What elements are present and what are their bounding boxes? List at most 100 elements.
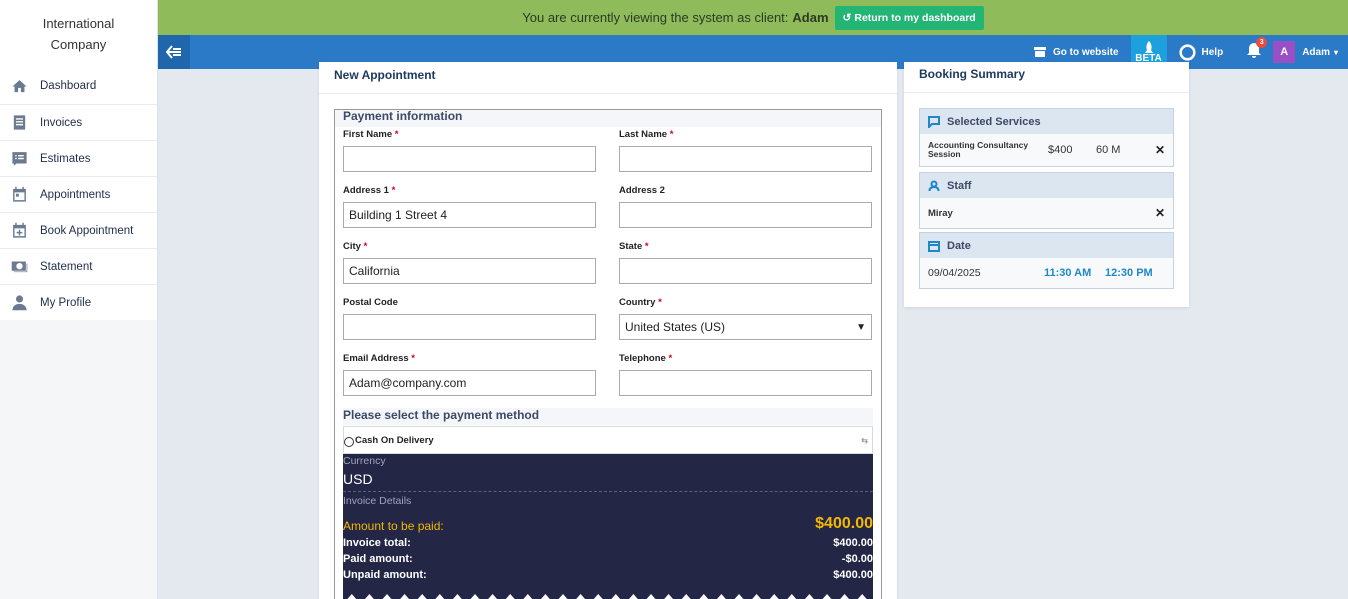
paid-amount-value: -$0.00 xyxy=(841,553,873,565)
sidebar-toggle-button[interactable] xyxy=(158,35,190,69)
date-row: 09/04/2025 11:30 AM 12:30 PM xyxy=(920,258,1173,288)
sidebar-item-my-profile[interactable]: My Profile xyxy=(0,284,157,320)
user-name: Adam xyxy=(1302,46,1330,58)
unpaid-amount-row: Unpaid amount: $400.00 xyxy=(343,569,873,581)
telephone-group: Telephone * xyxy=(619,353,872,396)
date-heading: Date xyxy=(920,233,1173,258)
arrow-left-menu-icon xyxy=(166,45,181,59)
currency-label: Currency xyxy=(343,455,386,467)
help-label: Help xyxy=(1201,46,1224,58)
address1-group: Address 1 * Building 1 Street 4 xyxy=(343,185,596,228)
sidebar-item-label: Dashboard xyxy=(40,80,97,92)
new-appointment-card: New Appointment Payment information Firs… xyxy=(319,62,897,599)
amount-due-label: Amount to be paid: xyxy=(343,519,444,533)
address2-input[interactable] xyxy=(619,202,872,228)
selected-services-heading: Selected Services xyxy=(920,109,1173,134)
calendar-icon xyxy=(928,240,940,252)
company-name-line2: Company xyxy=(50,37,107,52)
service-name: Accounting Consultancy Session xyxy=(928,140,1029,159)
state-input[interactable] xyxy=(619,258,872,284)
chevron-down-icon: ▼ xyxy=(856,321,866,333)
client-name: Adam xyxy=(792,10,829,25)
sidebar-item-label: Estimates xyxy=(40,152,91,165)
sidebar-item-book-appointment[interactable]: Book Appointment xyxy=(0,212,157,248)
payment-method-heading: Please select the payment method xyxy=(343,408,873,425)
amount-due-value: $400.00 xyxy=(815,515,873,532)
booking-summary-title: Booking Summary xyxy=(904,62,1189,93)
page-title: New Appointment xyxy=(319,62,897,94)
company-logo[interactable]: International Company xyxy=(0,0,157,68)
postal-code-label: Postal Code xyxy=(343,297,398,308)
return-to-dashboard-label: Return to my dashboard xyxy=(854,11,976,24)
sidebar-item-label: My Profile xyxy=(40,296,92,309)
address1-input[interactable]: Building 1 Street 4 xyxy=(343,202,596,228)
invoice-icon xyxy=(10,114,28,132)
payment-radio[interactable] xyxy=(344,436,354,447)
help-link[interactable]: Help xyxy=(1167,43,1236,61)
money-icon xyxy=(10,258,28,276)
sidebar-item-dashboard[interactable]: Dashboard xyxy=(0,68,157,104)
country-value: United States (US) xyxy=(625,320,726,334)
invoice-details-label: Invoice Details xyxy=(343,495,412,507)
email-group: Email Address * Adam@company.com xyxy=(343,353,596,396)
invoice-total-value: $400.00 xyxy=(833,537,873,549)
currency-value: USD xyxy=(343,471,873,492)
sidebar-item-label: Book Appointment xyxy=(40,224,134,237)
notifications-button[interactable]: 3 xyxy=(1235,36,1273,62)
remove-service-icon[interactable]: ✕ xyxy=(1155,143,1165,157)
sidebar-item-statement[interactable]: Statement xyxy=(0,248,157,284)
client-view-text: You are currently viewing the system as … xyxy=(522,10,789,25)
first-name-input[interactable] xyxy=(343,146,596,172)
postal-code-input[interactable] xyxy=(343,314,596,340)
sidebar-item-label: Invoices xyxy=(40,116,83,129)
end-time: 12:30 PM xyxy=(1105,267,1153,279)
remove-staff-icon[interactable]: ✕ xyxy=(1155,206,1165,220)
calendar-plus-icon xyxy=(10,222,28,240)
service-row: Accounting Consultancy Session $400 60 M… xyxy=(920,134,1173,166)
email-input[interactable]: Adam@company.com xyxy=(343,370,596,396)
service-price: $400 xyxy=(1048,144,1073,156)
telephone-input[interactable] xyxy=(619,370,872,396)
collapse-icon[interactable]: ⇆ xyxy=(861,436,868,445)
go-to-website-link[interactable]: Go to website xyxy=(1021,46,1131,58)
return-to-dashboard-button[interactable]: ↺ Return to my dashboard xyxy=(834,5,984,30)
amount-due-row: Amount to be paid: $400.00 xyxy=(343,515,873,533)
last-name-input[interactable] xyxy=(619,146,872,172)
lifebuoy-icon xyxy=(1178,43,1196,61)
notification-count-badge: 3 xyxy=(1256,36,1268,48)
country-label: Country * xyxy=(619,297,662,308)
last-name-label: Last Name * xyxy=(619,129,674,140)
user-menu[interactable]: A Adam ▾ xyxy=(1273,41,1348,63)
address2-group: Address 2 xyxy=(619,185,872,228)
sidebar-item-invoices[interactable]: Invoices xyxy=(0,104,157,140)
telephone-label: Telephone * xyxy=(619,353,673,364)
chat-icon xyxy=(928,115,940,128)
home-icon xyxy=(10,77,28,95)
city-label: City * xyxy=(343,241,368,252)
avatar: A xyxy=(1273,41,1296,63)
postal-code-group: Postal Code xyxy=(343,297,596,340)
state-label: State * xyxy=(619,241,649,252)
staff-heading: Staff xyxy=(920,173,1173,198)
payment-info-heading: Payment information xyxy=(335,110,881,127)
sidebar-item-appointments[interactable]: Appointments xyxy=(0,176,157,212)
company-name-line1: International xyxy=(42,16,115,31)
staff-block: Staff Miray ✕ xyxy=(919,172,1174,229)
address1-label: Address 1 * xyxy=(343,185,396,196)
invoice-summary: Currency USD Invoice Details Amount to b… xyxy=(343,454,873,599)
sidebar-item-estimates[interactable]: Estimates xyxy=(0,140,157,176)
sidebar-nav: Dashboard Invoices Estimates Appointment… xyxy=(0,68,157,320)
country-select[interactable]: United States (US) ▼ xyxy=(619,314,872,340)
caret-down-icon: ▾ xyxy=(1333,47,1338,57)
store-icon xyxy=(1033,47,1046,57)
calendar-icon xyxy=(10,186,28,204)
city-input[interactable]: California xyxy=(343,258,596,284)
invoice-total-row: Invoice total: $400.00 xyxy=(343,537,873,549)
sidebar-item-label: Statement xyxy=(40,260,93,273)
payment-option-cash-on-delivery[interactable]: Cash On Delivery ⇆ xyxy=(343,426,873,454)
appointment-date: 09/04/2025 xyxy=(928,267,981,279)
email-label: Email Address * xyxy=(343,353,415,364)
undo-icon: ↺ xyxy=(842,11,852,24)
rocket-icon xyxy=(1144,40,1153,53)
city-group: City * California xyxy=(343,241,596,284)
